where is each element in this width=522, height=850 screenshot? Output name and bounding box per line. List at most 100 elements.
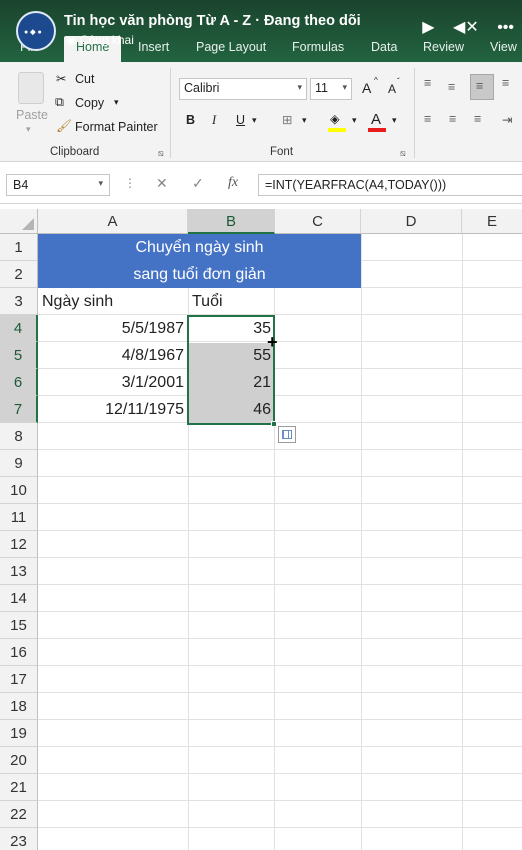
- borders-icon[interactable]: ⊞: [282, 112, 292, 127]
- align-bottom-icon: ≡: [476, 79, 484, 93]
- row-header-3[interactable]: 3: [0, 288, 38, 315]
- row-header-6[interactable]: 6: [0, 369, 38, 396]
- align-left-icon[interactable]: ≡: [424, 112, 431, 126]
- row-header-22[interactable]: 22: [0, 801, 38, 828]
- row-header-23[interactable]: 23: [0, 828, 38, 850]
- tab-view[interactable]: View: [490, 40, 517, 54]
- enter-check-icon[interactable]: ✓: [192, 175, 204, 192]
- align-right-icon[interactable]: ≡: [474, 112, 481, 126]
- fill-handle[interactable]: [271, 421, 277, 427]
- cell-a6[interactable]: 3/1/2001: [42, 369, 184, 396]
- font-launcher-icon[interactable]: ⧅: [400, 148, 406, 159]
- row-header-17[interactable]: 17: [0, 666, 38, 693]
- formula-bar-grip-icon: ⋮: [124, 176, 136, 190]
- column-header-e[interactable]: E: [462, 209, 522, 234]
- gridline: [38, 530, 522, 531]
- font-size-select[interactable]: 11 ▾: [310, 78, 352, 100]
- gridline: [38, 638, 522, 639]
- fill-color-swatch: [328, 128, 346, 132]
- bold-button[interactable]: B: [186, 113, 195, 127]
- play-icon[interactable]: ▶: [422, 19, 434, 36]
- cancel-icon[interactable]: ✕: [156, 175, 168, 192]
- cell-b3[interactable]: Tuổi: [192, 288, 223, 315]
- gridline: [38, 584, 522, 585]
- gridline: [38, 746, 522, 747]
- row-header-20[interactable]: 20: [0, 747, 38, 774]
- align-middle-icon[interactable]: ≡: [448, 80, 455, 94]
- gridline: [38, 719, 522, 720]
- row-header-5[interactable]: 5: [0, 342, 38, 369]
- fill-color-dropdown-icon[interactable]: ▾: [352, 115, 357, 126]
- align-bottom-button[interactable]: ≡: [470, 74, 494, 100]
- formula-bar: B4 ▾ ⋮ ✕ ✓ fx =INT(YEARFRAC(A4,TODAY())): [0, 166, 522, 204]
- paste-button[interactable]: Paste: [16, 108, 48, 122]
- speaker-muted-icon[interactable]: ◀✕: [453, 19, 479, 36]
- grow-arrow-icon: ^: [374, 76, 378, 85]
- row-header-8[interactable]: 8: [0, 423, 38, 450]
- merged-title-cell[interactable]: Chuyển ngày sinh sang tuổi đơn giản: [38, 234, 361, 288]
- column-header-c[interactable]: C: [275, 209, 361, 234]
- row-header-12[interactable]: 12: [0, 531, 38, 558]
- tab-review[interactable]: Review: [423, 40, 464, 54]
- borders-dropdown-icon[interactable]: ▾: [302, 115, 307, 126]
- row-header-19[interactable]: 19: [0, 720, 38, 747]
- clipboard-launcher-icon[interactable]: ⧅: [158, 148, 164, 159]
- row-header-13[interactable]: 13: [0, 558, 38, 585]
- name-box[interactable]: B4 ▾: [6, 174, 110, 196]
- format-painter-button[interactable]: Format Painter: [75, 120, 158, 134]
- channel-avatar[interactable]: ● ◆ ●: [16, 11, 56, 51]
- cell-a3[interactable]: Ngày sinh: [42, 288, 113, 315]
- copy-button[interactable]: Copy: [75, 96, 104, 110]
- align-top-icon[interactable]: ≡: [424, 76, 431, 90]
- font-color-button[interactable]: A: [371, 111, 381, 128]
- row-header-9[interactable]: 9: [0, 450, 38, 477]
- row-header-11[interactable]: 11: [0, 504, 38, 531]
- cell-a5[interactable]: 4/8/1967: [42, 342, 184, 369]
- quick-analysis-button[interactable]: [278, 426, 296, 443]
- indent-icon[interactable]: ⇥: [502, 112, 512, 127]
- orientation-icon[interactable]: ≡: [502, 76, 509, 90]
- grow-font-button[interactable]: A: [362, 80, 371, 96]
- copy-dropdown-icon[interactable]: ▾: [114, 97, 119, 108]
- paste-dropdown-icon[interactable]: ▾: [26, 124, 31, 135]
- tab-insert[interactable]: Insert: [138, 40, 169, 54]
- row-header-14[interactable]: 14: [0, 585, 38, 612]
- row-header-2[interactable]: 2: [0, 261, 38, 288]
- gridline: [38, 800, 522, 801]
- cell-a7[interactable]: 12/11/1975: [42, 396, 184, 423]
- cell-a4[interactable]: 5/5/1987: [42, 315, 184, 342]
- row-header-16[interactable]: 16: [0, 639, 38, 666]
- column-header-b[interactable]: B: [188, 209, 275, 234]
- font-color-dropdown-icon[interactable]: ▾: [392, 115, 397, 126]
- underline-dropdown-icon[interactable]: ▾: [252, 115, 257, 126]
- font-family-select[interactable]: Calibri ▾: [179, 78, 307, 100]
- fill-color-icon[interactable]: ◈: [330, 111, 340, 126]
- more-icon[interactable]: •••: [497, 19, 514, 36]
- tab-formulas[interactable]: Formulas: [292, 40, 344, 54]
- row-header-4[interactable]: 4: [0, 315, 38, 342]
- underline-button[interactable]: U: [236, 113, 245, 127]
- globe-icon: ◉: [66, 33, 77, 47]
- cut-button[interactable]: Cut: [75, 72, 94, 86]
- cut-icon: ✂: [56, 72, 67, 86]
- shrink-font-button[interactable]: A: [388, 82, 396, 96]
- row-header-7[interactable]: 7: [0, 396, 38, 423]
- tab-page-layout[interactable]: Page Layout: [196, 40, 266, 54]
- select-all-corner[interactable]: [0, 209, 38, 234]
- paste-icon[interactable]: [18, 72, 44, 104]
- column-header-d[interactable]: D: [361, 209, 462, 234]
- column-header-a[interactable]: A: [38, 209, 188, 234]
- gridline: [38, 611, 522, 612]
- align-center-icon[interactable]: ≡: [449, 112, 456, 126]
- row-header-1[interactable]: 1: [0, 234, 38, 261]
- row-header-18[interactable]: 18: [0, 693, 38, 720]
- tab-data[interactable]: Data: [371, 40, 397, 54]
- formula-input[interactable]: =INT(YEARFRAC(A4,TODAY())): [258, 174, 522, 196]
- row-header-10[interactable]: 10: [0, 477, 38, 504]
- format-painter-icon: 🖌: [56, 119, 72, 133]
- row-header-21[interactable]: 21: [0, 774, 38, 801]
- insert-function-button[interactable]: fx: [228, 175, 238, 191]
- row-header-15[interactable]: 15: [0, 612, 38, 639]
- italic-button[interactable]: I: [212, 113, 216, 128]
- channel-title[interactable]: Tin học văn phòng Từ A - Z · Đang theo d…: [64, 13, 361, 29]
